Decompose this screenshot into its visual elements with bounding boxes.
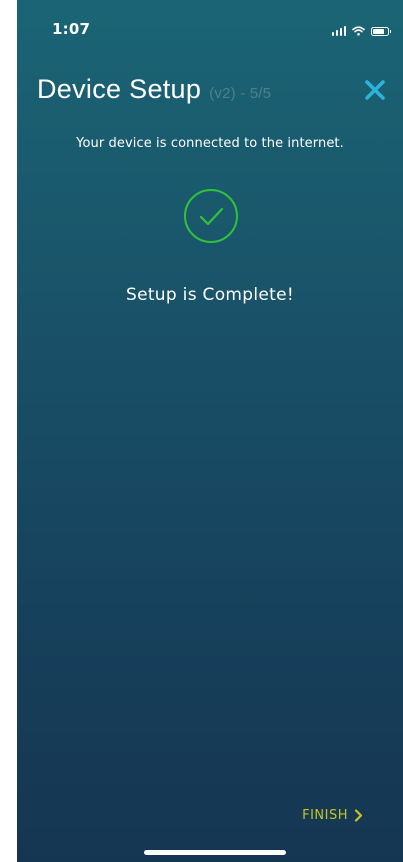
chevron-right-icon: [354, 809, 363, 822]
home-indicator[interactable]: [144, 850, 286, 855]
connected-message: Your device is connected to the internet…: [76, 136, 344, 151]
status-icons: [332, 24, 391, 36]
checkmark-circle-icon: [184, 189, 238, 243]
setup-screen: 1:07 Device Setup (v2) - 5/5 Your device…: [17, 0, 403, 862]
title-text: Device Setup: [37, 74, 202, 104]
status-bar: 1:07: [17, 0, 403, 60]
cellular-signal-icon: [332, 26, 346, 36]
setup-complete-message: Setup is Complete!: [125, 285, 294, 305]
wifi-icon: [352, 26, 365, 36]
finish-button[interactable]: FINISH: [302, 808, 363, 823]
status-time: 1:07: [52, 20, 91, 38]
page-title: Device Setup (v2) - 5/5: [37, 74, 271, 105]
header: Device Setup (v2) - 5/5: [37, 72, 403, 112]
close-icon: [365, 80, 385, 100]
battery-icon: [371, 27, 391, 36]
close-button[interactable]: [363, 78, 387, 102]
finish-label: FINISH: [302, 808, 348, 823]
step-indicator: (v2) - 5/5: [209, 85, 272, 102]
